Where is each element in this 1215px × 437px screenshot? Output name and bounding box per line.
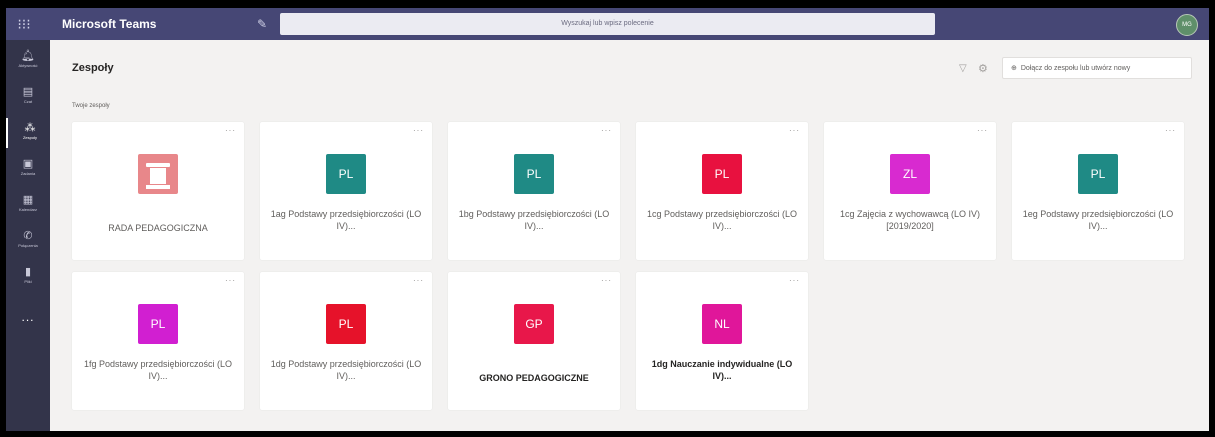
rail-item-label: Zespoły — [22, 135, 37, 140]
files-icon: ▮ — [24, 266, 32, 278]
rail-item-activity[interactable]: 🔔︎ Aktywność — [6, 46, 50, 76]
rail-item-calendar[interactable]: ▦ Kalendarz — [6, 190, 50, 220]
join-team-icon: ⊕ — [1011, 65, 1017, 72]
more-options-icon[interactable]: ··· — [977, 126, 988, 135]
team-avatar: PL — [138, 304, 178, 344]
more-options-icon[interactable]: ··· — [601, 126, 612, 135]
rail-item-files[interactable]: ▮ Pliki — [6, 262, 50, 292]
column-logo-body — [150, 168, 166, 184]
page-title: Zespoły — [72, 62, 114, 74]
more-options-icon[interactable]: ··· — [225, 276, 236, 285]
app-title: Microsoft Teams — [62, 17, 157, 31]
assignments-icon: ▣ — [22, 158, 34, 170]
settings-icon[interactable]: ⚙ — [978, 62, 988, 75]
team-name: RADA PEDAGOGICZNA — [108, 223, 208, 233]
more-options-icon[interactable]: ··· — [789, 126, 800, 135]
team-avatar: PL — [326, 304, 366, 344]
calendar-icon: ▦ — [22, 194, 34, 206]
more-options-icon[interactable]: ··· — [413, 126, 424, 135]
bell-icon: 🔔︎ — [21, 50, 35, 62]
more-options-icon[interactable]: ··· — [601, 276, 612, 285]
column-logo-base — [146, 185, 170, 189]
team-avatar: NL — [702, 304, 742, 344]
teams-icon: ⁂ — [24, 122, 36, 134]
avatar[interactable]: MG — [1176, 14, 1198, 36]
left-rail: 🔔︎ Aktywność ▤ Czat ⁂ Zespoły ▣ Zadania … — [6, 40, 50, 431]
phone-icon: ✆ — [23, 230, 33, 242]
rail-item-label: Aktywność — [18, 63, 38, 68]
team-avatar: ZL — [890, 154, 930, 194]
new-chat-icon[interactable]: ✎ — [254, 16, 270, 32]
team-name: 1bg Podstawy przedsiębiorczości (LO IV).… — [458, 209, 610, 231]
more-options-icon[interactable]: ··· — [225, 126, 236, 135]
rail-item-label: Zadania — [20, 171, 36, 176]
more-options-icon[interactable]: ··· — [789, 276, 800, 285]
filter-icon[interactable]: ▽ — [959, 63, 967, 74]
team-avatar: PL — [1078, 154, 1118, 194]
search-input[interactable]: Wyszukaj lub wpisz polecenie — [280, 13, 935, 35]
team-avatar: PL — [514, 154, 554, 194]
team-name: 1cg Podstawy przedsiębiorczości (LO IV).… — [646, 209, 798, 231]
team-card[interactable]: ··· NL 1dg Nauczanie indywidualne (LO IV… — [636, 272, 808, 410]
team-logo — [138, 154, 178, 194]
team-name: 1dg Nauczanie indywidualne (LO IV)... — [651, 359, 793, 381]
team-card[interactable]: ··· PL 1bg Podstawy przedsiębiorczości (… — [448, 122, 620, 260]
rail-item-label: Pliki — [24, 279, 32, 284]
team-name: 1dg Podstawy przedsiębiorczości (LO IV).… — [270, 359, 422, 381]
team-card[interactable]: ··· PL 1eg Podstawy przedsiębiorczości (… — [1012, 122, 1184, 260]
team-avatar: PL — [326, 154, 366, 194]
rail-item-teams[interactable]: ⁂ Zespoły — [6, 118, 52, 148]
team-card[interactable]: ··· PL 1fg Podstawy przedsiębiorczości (… — [72, 272, 244, 410]
teams-window: ⁝⁝⁝ Microsoft Teams ✎ Wyszukaj lub wpisz… — [6, 8, 1209, 431]
rail-item-label: Kalendarz — [18, 207, 37, 212]
team-card[interactable]: ··· PL 1ag Podstawy przedsiębiorczości (… — [260, 122, 432, 260]
rail-item-chat[interactable]: ▤ Czat — [6, 82, 50, 112]
join-button-label: Dołącz do zespołu lub utwórz nowy — [1020, 65, 1131, 72]
more-apps-icon[interactable]: ... — [6, 310, 50, 324]
team-name: 1cg Zajęcia z wychowawcą (LO IV) [2019/2… — [839, 209, 981, 231]
chat-icon: ▤ — [22, 86, 34, 98]
column-logo-icon — [146, 163, 170, 167]
team-card[interactable]: ··· ZL 1cg Zajęcia z wychowawcą (LO IV) … — [824, 122, 996, 260]
rail-item-assignments[interactable]: ▣ Zadania — [6, 154, 50, 184]
team-name: GRONO PEDAGOGICZNE — [479, 373, 589, 383]
team-card[interactable]: ··· PL 1dg Podstawy przedsiębiorczości (… — [260, 272, 432, 410]
team-name: 1ag Podstawy przedsiębiorczości (LO IV).… — [270, 209, 422, 231]
main-content: Zespoły ▽ ⚙ ⊕ Dołącz do zespołu lub utwór… — [50, 40, 1209, 431]
team-name: 1fg Podstawy przedsiębiorczości (LO IV).… — [83, 359, 233, 381]
rail-item-calls[interactable]: ✆ Połączenia — [6, 226, 50, 256]
more-options-icon[interactable]: ··· — [413, 276, 424, 285]
team-card[interactable]: ··· PL 1cg Podstawy przedsiębiorczości (… — [636, 122, 808, 260]
team-card[interactable]: ··· GP GRONO PEDAGOGICZNE — [448, 272, 620, 410]
join-or-create-team-button[interactable]: ⊕ Dołącz do zespołu lub utwórz nowy — [1002, 57, 1192, 79]
team-avatar: GP — [514, 304, 554, 344]
rail-item-label: Połączenia — [18, 243, 38, 248]
section-label: Twoje zespoły — [72, 103, 110, 109]
team-name: 1eg Podstawy przedsiębiorczości (LO IV).… — [1022, 209, 1174, 231]
top-bar: ⁝⁝⁝ Microsoft Teams ✎ Wyszukaj lub wpisz… — [6, 8, 1209, 40]
team-card[interactable]: ··· RADA PEDAGOGICZNA — [72, 122, 244, 260]
app-launcher-icon[interactable]: ⁝⁝⁝ — [16, 16, 32, 32]
team-avatar: PL — [702, 154, 742, 194]
more-options-icon[interactable]: ··· — [1165, 126, 1176, 135]
rail-item-label: Czat — [23, 99, 33, 104]
